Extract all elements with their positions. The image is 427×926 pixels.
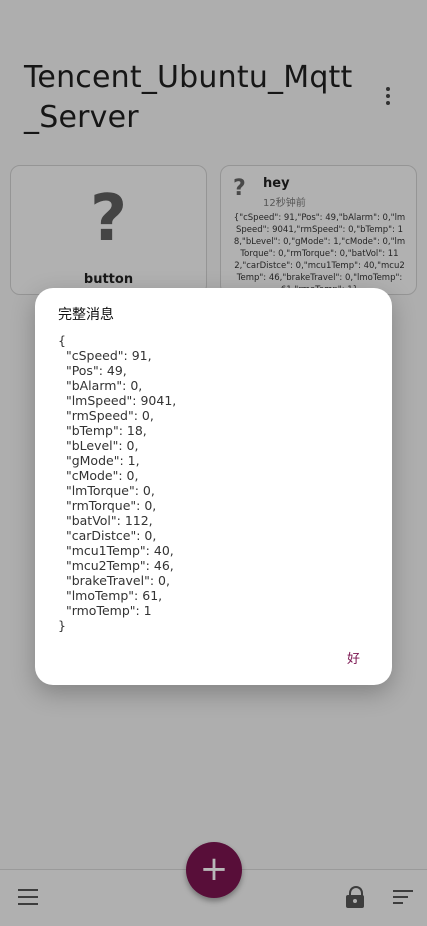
dialog-message-body: { "cSpeed": 91, "Pos": 49, "bAlarm": 0, … — [58, 333, 177, 633]
full-message-dialog: 完整消息 { "cSpeed": 91, "Pos": 49, "bAlarm"… — [35, 288, 392, 685]
dialog-title: 完整消息 — [58, 307, 114, 323]
ok-button[interactable]: 好 — [347, 648, 360, 667]
